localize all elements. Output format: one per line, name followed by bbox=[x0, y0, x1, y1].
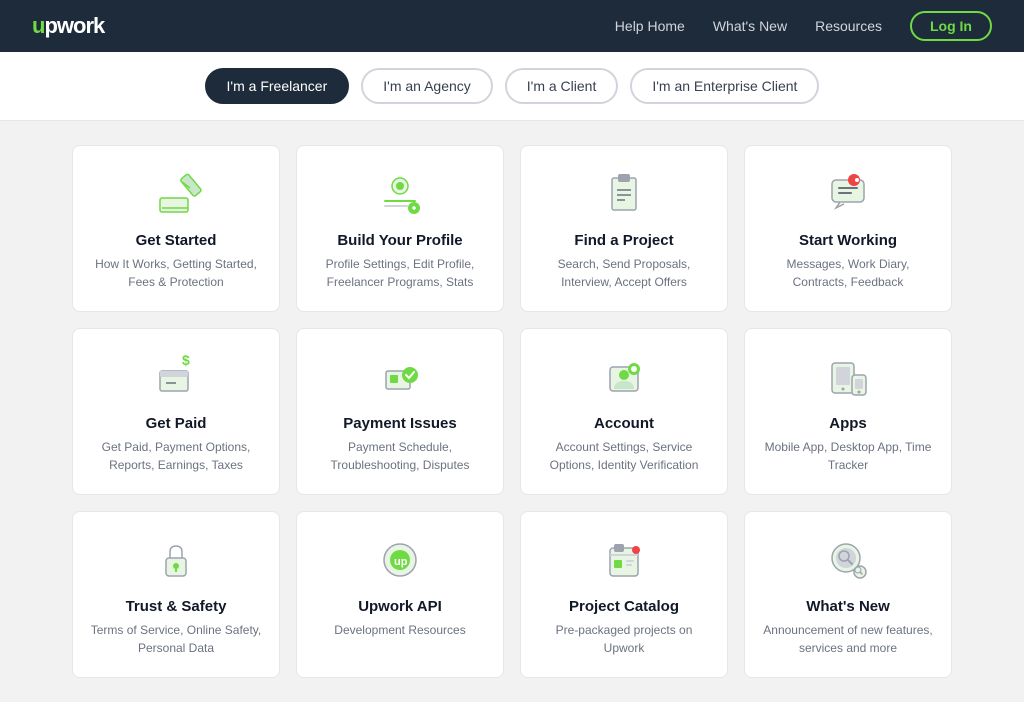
card-upwork-api-title: Upwork API bbox=[313, 598, 487, 615]
login-button[interactable]: Log In bbox=[910, 11, 992, 41]
card-find-project-title: Find a Project bbox=[537, 232, 711, 249]
profile-icon bbox=[376, 170, 424, 218]
card-account-title: Account bbox=[537, 415, 711, 432]
card-trust-safety-desc: Terms of Service, Online Safety, Persona… bbox=[89, 621, 263, 657]
card-payment-issues[interactable]: Payment Issues Payment Schedule, Trouble… bbox=[296, 328, 504, 495]
card-upwork-api-desc: Development Resources bbox=[313, 621, 487, 639]
card-get-paid[interactable]: $ Get Paid Get Paid, Payment Options, Re… bbox=[72, 328, 280, 495]
card-apps-desc: Mobile App, Desktop App, Time Tracker bbox=[761, 438, 935, 474]
card-get-started[interactable]: Get Started How It Works, Getting Starte… bbox=[72, 145, 280, 312]
tab-agency[interactable]: I'm an Agency bbox=[361, 68, 493, 104]
card-find-project[interactable]: Find a Project Search, Send Proposals, I… bbox=[520, 145, 728, 312]
card-project-catalog-desc: Pre-packaged projects on Upwork bbox=[537, 621, 711, 657]
tab-freelancer[interactable]: I'm a Freelancer bbox=[205, 68, 350, 104]
card-account-desc: Account Settings, Service Options, Ident… bbox=[537, 438, 711, 474]
card-upwork-api[interactable]: up Upwork API Development Resources bbox=[296, 511, 504, 678]
card-find-project-desc: Search, Send Proposals, Interview, Accep… bbox=[537, 255, 711, 291]
chat-icon bbox=[824, 170, 872, 218]
card-start-working-title: Start Working bbox=[761, 232, 935, 249]
card-whats-new-desc: Announcement of new features, services a… bbox=[761, 621, 935, 657]
card-get-started-title: Get Started bbox=[89, 232, 263, 249]
card-whats-new[interactable]: What's New Announcement of new features,… bbox=[744, 511, 952, 678]
nav-whats-new[interactable]: What's New bbox=[713, 18, 787, 34]
search-circle-icon bbox=[824, 536, 872, 584]
card-build-profile-desc: Profile Settings, Edit Profile, Freelanc… bbox=[313, 255, 487, 291]
card-trust-safety-title: Trust & Safety bbox=[89, 598, 263, 615]
clipboard-icon bbox=[600, 170, 648, 218]
card-get-started-desc: How It Works, Getting Started, Fees & Pr… bbox=[89, 255, 263, 291]
card-apps[interactable]: Apps Mobile App, Desktop App, Time Track… bbox=[744, 328, 952, 495]
header: upwork Help Home What's New Resources Lo… bbox=[0, 0, 1024, 52]
tab-enterprise[interactable]: I'm an Enterprise Client bbox=[630, 68, 819, 104]
cards-grid: Get Started How It Works, Getting Starte… bbox=[32, 121, 992, 702]
tabs-container: I'm a Freelancer I'm an Agency I'm a Cli… bbox=[0, 52, 1024, 121]
card-build-profile[interactable]: Build Your Profile Profile Settings, Edi… bbox=[296, 145, 504, 312]
card-apps-title: Apps bbox=[761, 415, 935, 432]
mobile-icon bbox=[824, 353, 872, 401]
logo: upwork bbox=[32, 13, 104, 39]
nav-resources[interactable]: Resources bbox=[815, 18, 882, 34]
card-payment-issues-title: Payment Issues bbox=[313, 415, 487, 432]
dollar-icon: $ bbox=[152, 353, 200, 401]
card-build-profile-title: Build Your Profile bbox=[313, 232, 487, 249]
nav-help-home[interactable]: Help Home bbox=[615, 18, 685, 34]
pencil-icon bbox=[152, 170, 200, 218]
card-project-catalog[interactable]: Project Catalog Pre-packaged projects on… bbox=[520, 511, 728, 678]
card-whats-new-title: What's New bbox=[761, 598, 935, 615]
card-account[interactable]: Account Account Settings, Service Option… bbox=[520, 328, 728, 495]
card-start-working[interactable]: Start Working Messages, Work Diary, Cont… bbox=[744, 145, 952, 312]
payment-icon bbox=[376, 353, 424, 401]
svg-text:$: $ bbox=[182, 352, 190, 368]
card-payment-issues-desc: Payment Schedule, Troubleshooting, Dispu… bbox=[313, 438, 487, 474]
card-trust-safety[interactable]: Trust & Safety Terms of Service, Online … bbox=[72, 511, 280, 678]
lock-icon bbox=[152, 536, 200, 584]
header-nav: Help Home What's New Resources Log In bbox=[615, 11, 992, 41]
account-icon bbox=[600, 353, 648, 401]
api-icon: up bbox=[376, 536, 424, 584]
svg-text:up: up bbox=[394, 556, 408, 568]
card-get-paid-title: Get Paid bbox=[89, 415, 263, 432]
card-get-paid-desc: Get Paid, Payment Options, Reports, Earn… bbox=[89, 438, 263, 474]
card-start-working-desc: Messages, Work Diary, Contracts, Feedbac… bbox=[761, 255, 935, 291]
catalog-icon bbox=[600, 536, 648, 584]
tab-client[interactable]: I'm a Client bbox=[505, 68, 619, 104]
card-project-catalog-title: Project Catalog bbox=[537, 598, 711, 615]
